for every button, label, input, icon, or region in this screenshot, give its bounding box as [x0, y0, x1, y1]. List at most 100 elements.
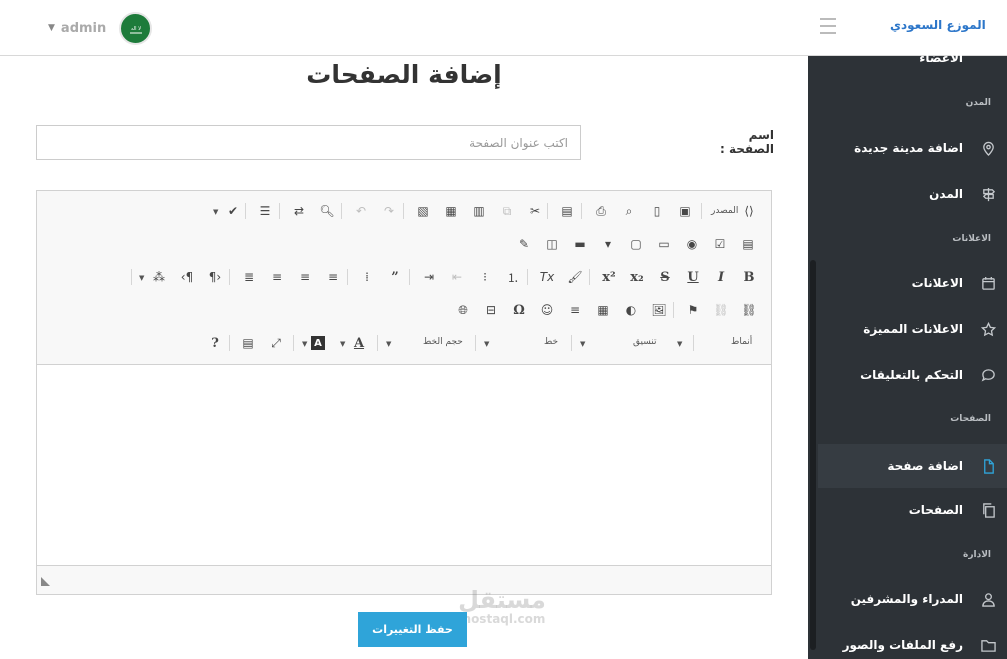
main-content: إضافة الصفحات اسم الصفحة : ⟨⟩ المصدر ▣ ▯…: [0, 56, 808, 659]
page-title-input[interactable]: [36, 125, 581, 160]
spellcheck-icon[interactable]: ✔: [223, 201, 243, 221]
bulleted-list-icon[interactable]: ⁝: [475, 267, 495, 287]
size-caret-icon[interactable]: ▼: [386, 340, 391, 348]
undo-icon[interactable]: ↶: [351, 201, 371, 221]
show-blocks-icon[interactable]: ▤: [238, 333, 258, 353]
svg-text:لا اله: لا اله: [130, 26, 140, 32]
unlink-icon[interactable]: ⛓: [711, 300, 731, 320]
print-icon[interactable]: ⎙: [591, 201, 611, 221]
anchor-icon[interactable]: ⚑: [683, 300, 703, 320]
strikethrough-icon[interactable]: S: [655, 267, 675, 287]
text-color-icon[interactable]: A: [349, 333, 369, 353]
sidebar-item-admins[interactable]: المدراء والمشرفين: [818, 577, 1007, 621]
outdent-icon[interactable]: ⇤: [447, 267, 467, 287]
align-left-icon[interactable]: ≡: [323, 267, 343, 287]
menu-toggle-icon[interactable]: [820, 18, 836, 34]
select-all-icon[interactable]: ☰: [255, 201, 275, 221]
sidebar-item-ads[interactable]: الاعلانات: [818, 261, 1007, 305]
size-combo[interactable]: حجم الخط: [423, 337, 463, 347]
superscript-icon[interactable]: x²: [599, 267, 619, 287]
maximize-icon[interactable]: ⤢: [266, 333, 286, 353]
link-icon[interactable]: ⛓: [739, 300, 759, 320]
format-combo[interactable]: تنسيق: [633, 337, 656, 347]
user-name[interactable]: admin: [61, 21, 106, 36]
sidebar-item-uploads[interactable]: رفع الملفات والصور: [818, 623, 1007, 659]
redo-icon[interactable]: ↷: [379, 201, 399, 221]
source-label[interactable]: المصدر: [711, 206, 738, 216]
save-icon[interactable]: ▣: [675, 201, 695, 221]
caret-down-icon[interactable]: ▼: [48, 23, 55, 33]
indent-icon[interactable]: ⇥: [419, 267, 439, 287]
italic-icon[interactable]: I: [711, 267, 731, 287]
resize-handle-icon[interactable]: [41, 577, 50, 586]
replace-icon[interactable]: ⇄: [289, 201, 309, 221]
user-menu[interactable]: ▼ admin: [48, 12, 106, 44]
sidebar-item-label: التحكم بالتعليقات: [860, 368, 963, 382]
save-changes-button[interactable]: حفظ التغييرات: [358, 612, 467, 647]
flash-icon[interactable]: ◐: [621, 300, 641, 320]
paste-text-icon[interactable]: ▦: [441, 201, 461, 221]
hidden-field-icon[interactable]: ✎: [514, 234, 534, 254]
rtl-icon[interactable]: ‹¶: [177, 267, 197, 287]
format-caret-icon[interactable]: ▼: [580, 340, 585, 348]
find-icon[interactable]: 🔍︎: [317, 201, 337, 221]
align-center-icon[interactable]: ≡: [295, 267, 315, 287]
font-combo[interactable]: خط: [544, 337, 558, 347]
subscript-icon[interactable]: x₂: [627, 267, 647, 287]
paste-icon[interactable]: ▥: [469, 201, 489, 221]
smiley-icon[interactable]: ☺: [537, 300, 557, 320]
checkbox-icon[interactable]: ☑: [710, 234, 730, 254]
underline-icon[interactable]: U: [683, 267, 703, 287]
language-icon[interactable]: ⁂: [149, 267, 169, 287]
paste-word-icon[interactable]: ▧: [413, 201, 433, 221]
sidebar-item-members[interactable]: الاعضاء: [818, 36, 1007, 80]
templates-icon[interactable]: ▤: [557, 201, 577, 221]
iframe-icon[interactable]: 🌐︎: [453, 300, 473, 320]
text-color-caret-icon[interactable]: ▼: [340, 340, 345, 348]
sidebar-item-add-page[interactable]: اضافة صفحة: [818, 444, 1007, 488]
horizontal-line-icon[interactable]: ≡: [565, 300, 585, 320]
new-page-icon[interactable]: ▯: [647, 201, 667, 221]
sidebar-item-cities[interactable]: المدن: [818, 172, 1007, 216]
copy-format-icon[interactable]: 🖌︎: [565, 267, 585, 287]
bg-color-icon[interactable]: A: [311, 336, 325, 350]
sidebar-item-add-city[interactable]: اضافة مدينة جديدة: [818, 126, 1007, 170]
sidebar-item-featured-ads[interactable]: الاعلانات المميزة: [818, 307, 1007, 351]
image-button-icon[interactable]: ◫: [542, 234, 562, 254]
styles-combo[interactable]: أنماط: [731, 337, 752, 347]
text-field-icon[interactable]: ▭: [654, 234, 674, 254]
remove-format-icon[interactable]: Tx: [537, 267, 557, 287]
blockquote-icon[interactable]: ”: [385, 267, 405, 287]
sidebar-item-comments[interactable]: التحكم بالتعليقات: [818, 353, 1007, 397]
preview-icon[interactable]: ⌕: [619, 201, 639, 221]
editor-content-area[interactable]: [37, 365, 771, 565]
page-break-icon[interactable]: ⊟: [481, 300, 501, 320]
font-caret-icon[interactable]: ▼: [484, 340, 489, 348]
help-icon[interactable]: ?: [205, 333, 225, 353]
sidebar-scroll-thumb[interactable]: [810, 260, 816, 650]
align-right-icon[interactable]: ≡: [267, 267, 287, 287]
language-caret-icon[interactable]: ▼: [139, 274, 144, 282]
sidebar-item-pages[interactable]: الصفحات: [818, 488, 1007, 532]
bg-color-caret-icon[interactable]: ▼: [302, 340, 307, 348]
source-icon[interactable]: ⟨⟩: [739, 201, 759, 221]
avatar[interactable]: لا اله: [119, 12, 152, 45]
image-icon[interactable]: 🖼︎: [649, 300, 669, 320]
ltr-icon[interactable]: ¶›: [205, 267, 225, 287]
numbered-list-icon[interactable]: ⒈: [503, 267, 523, 287]
div-container-icon[interactable]: ⁞: [357, 267, 377, 287]
table-icon[interactable]: ▦: [593, 300, 613, 320]
form-icon[interactable]: ▤: [738, 234, 758, 254]
cut-icon[interactable]: ✂: [525, 201, 545, 221]
brand-logo[interactable]: الموزع السعودي: [890, 18, 986, 32]
bold-icon[interactable]: B: [739, 267, 759, 287]
special-char-icon[interactable]: Ω: [509, 300, 529, 320]
spellcheck-caret-icon[interactable]: ▼: [213, 208, 218, 216]
copy-icon[interactable]: ⧉: [497, 201, 517, 221]
textarea-icon[interactable]: ▢: [626, 234, 646, 254]
styles-caret-icon[interactable]: ▼: [677, 340, 682, 348]
button-field-icon[interactable]: ▬: [570, 234, 590, 254]
align-justify-icon[interactable]: ≣: [239, 267, 259, 287]
radio-icon[interactable]: ◉: [682, 234, 702, 254]
select-field-icon[interactable]: ▾: [598, 234, 618, 254]
